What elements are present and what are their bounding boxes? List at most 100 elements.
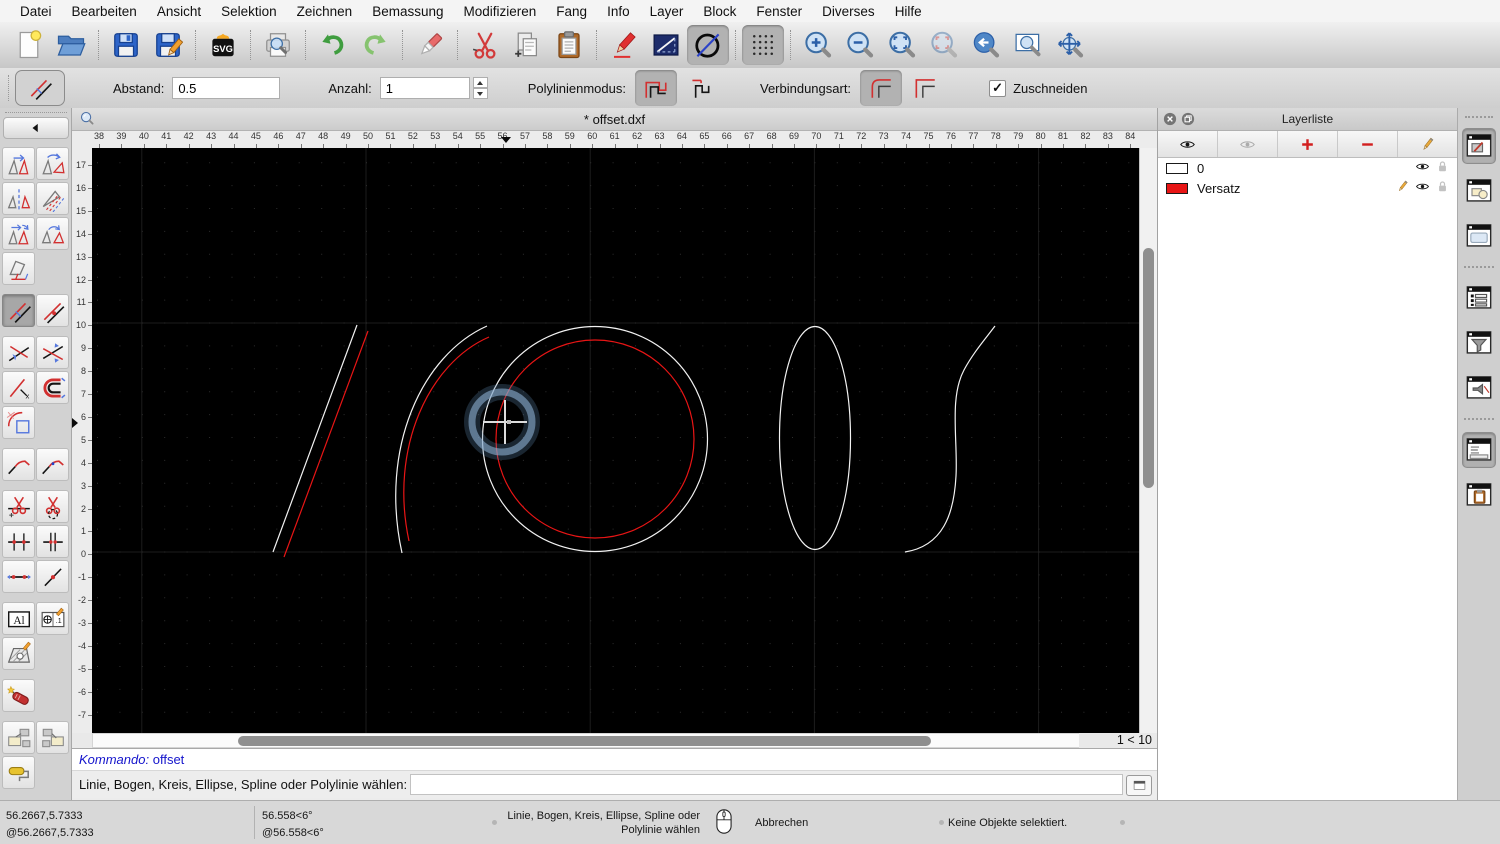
layer-row-0[interactable]: 0	[1158, 158, 1457, 178]
cut-button[interactable]	[464, 25, 506, 65]
layer-color-swatch[interactable]	[1166, 162, 1188, 174]
open-button[interactable]	[50, 25, 92, 65]
command-options-button[interactable]	[1126, 775, 1152, 796]
horizontal-scrollbar[interactable]	[92, 733, 1139, 748]
mirror-multi-tool-button[interactable]	[36, 182, 69, 215]
break-gap-tool-button[interactable]	[36, 525, 69, 558]
move-rotate-tool-button[interactable]	[2, 217, 35, 250]
float-panel-icon[interactable]	[1181, 112, 1195, 126]
eye-icon[interactable]	[1415, 159, 1430, 174]
vertical-scrollbar[interactable]	[1139, 148, 1157, 733]
command-line-dock-button[interactable]	[1462, 432, 1496, 468]
zoom-pan-button[interactable]	[1049, 25, 1091, 65]
new-button[interactable]	[8, 25, 50, 65]
eraser-button[interactable]	[409, 25, 451, 65]
anzahl-stepper[interactable]	[472, 77, 488, 99]
current-tool-button[interactable]	[15, 70, 65, 106]
eye-button[interactable]	[1158, 131, 1218, 157]
menu-zeichnen[interactable]: Zeichnen	[287, 4, 363, 19]
round-corner-tool-button[interactable]	[2, 406, 35, 439]
view-window-dock-button[interactable]	[1462, 218, 1496, 254]
trim-tool-button[interactable]	[2, 336, 35, 369]
rotate-tool-button[interactable]	[36, 147, 69, 180]
menu-datei[interactable]: Datei	[10, 4, 62, 19]
split-point-tool-button[interactable]	[36, 560, 69, 593]
lock-icon[interactable]	[1435, 159, 1450, 174]
zoom-window-button[interactable]	[1007, 25, 1049, 65]
zoom-in-button[interactable]	[797, 25, 839, 65]
svg-export-button[interactable]: SVG	[202, 25, 244, 65]
menu-bearbeiten[interactable]: Bearbeiten	[62, 4, 147, 19]
block-list-dock-button[interactable]	[1462, 173, 1496, 209]
lock-icon[interactable]	[1435, 179, 1450, 194]
line-ortho-button[interactable]	[645, 25, 687, 65]
menu-info[interactable]: Info	[597, 4, 640, 19]
minus-red-button[interactable]	[1338, 131, 1398, 157]
move-tool-button[interactable]	[2, 147, 35, 180]
trim-checkbox[interactable]: ✓	[989, 79, 1007, 97]
offset-circle-button[interactable]	[687, 25, 729, 65]
explode-tool-button[interactable]	[2, 679, 35, 712]
abstand-input[interactable]	[172, 77, 281, 99]
selection-filter-dock-button[interactable]	[1462, 325, 1496, 361]
drawing-window-titlebar[interactable]: * offset.dxf	[72, 108, 1157, 131]
horizontal-scrollbar-thumb[interactable]	[238, 736, 931, 746]
back-button[interactable]	[2, 117, 69, 139]
undo-button[interactable]	[312, 25, 354, 65]
menu-diverses[interactable]: Diverses	[812, 4, 885, 19]
anzahl-input[interactable]	[379, 77, 470, 99]
menu-modifizieren[interactable]: Modifizieren	[454, 4, 547, 19]
edit-text-tool-button[interactable]: Al	[2, 602, 35, 635]
bend-point-tool-button[interactable]	[36, 448, 69, 481]
layer-list-dock-button[interactable]	[1462, 128, 1496, 164]
bend-tool-button[interactable]	[2, 448, 35, 481]
lengthen-tool-button[interactable]: x	[2, 371, 35, 404]
zoom-selection-button[interactable]	[923, 25, 965, 65]
clipboard-panel-dock-button[interactable]	[1462, 477, 1496, 513]
command-input[interactable]	[410, 774, 1123, 795]
redo-button[interactable]	[354, 25, 396, 65]
menu-bemassung[interactable]: Bemassung	[362, 4, 453, 19]
zoom-out-button[interactable]	[839, 25, 881, 65]
copy-attributes-2-tool-button[interactable]	[36, 721, 69, 754]
eye-icon[interactable]	[1415, 179, 1430, 194]
copy-attributes-tool-button[interactable]	[2, 721, 35, 754]
stretch-tool-button[interactable]	[2, 560, 35, 593]
pencil-yellow-icon[interactable]	[1395, 179, 1410, 194]
plus-red-button[interactable]	[1278, 131, 1338, 157]
zoom-prev-button[interactable]	[965, 25, 1007, 65]
trim-two-tool-button[interactable]	[36, 336, 69, 369]
pencil-yellow-button[interactable]	[1398, 131, 1457, 157]
offset-point-tool-button[interactable]	[36, 294, 69, 327]
clip-tool-button[interactable]	[36, 371, 69, 404]
drawing-canvas[interactable]	[92, 148, 1139, 733]
draw-pencil-button[interactable]	[603, 25, 645, 65]
layer-color-swatch[interactable]	[1166, 182, 1188, 194]
stepper-down[interactable]	[472, 88, 488, 99]
close-icon[interactable]	[1163, 112, 1177, 126]
copy-button[interactable]	[506, 25, 548, 65]
offset-tool-button[interactable]	[2, 294, 35, 327]
join-round-button[interactable]	[860, 70, 903, 106]
library-browser-dock-button[interactable]	[1462, 370, 1496, 406]
property-editor-dock-button[interactable]	[1462, 280, 1496, 316]
cut-line-tool-button[interactable]	[2, 490, 35, 523]
polyline-segment-button[interactable]	[679, 70, 721, 106]
grid-toggle-button[interactable]	[742, 25, 784, 65]
menu-selektion[interactable]: Selektion	[211, 4, 287, 19]
menu-fenster[interactable]: Fenster	[746, 4, 812, 19]
rotate-two-tool-button[interactable]	[36, 217, 69, 250]
paste-button[interactable]	[548, 25, 590, 65]
edit-hatch-tool-button[interactable]	[2, 637, 35, 670]
project-tool-button[interactable]	[2, 252, 35, 285]
stepper-up[interactable]	[472, 77, 488, 88]
save-button[interactable]	[105, 25, 147, 65]
mirror-tool-button[interactable]	[2, 182, 35, 215]
save-as-button[interactable]	[147, 25, 189, 65]
join-sharp-button[interactable]	[904, 70, 946, 106]
cut-circle-tool-button[interactable]	[36, 490, 69, 523]
menu-ansicht[interactable]: Ansicht	[147, 4, 211, 19]
menu-layer[interactable]: Layer	[640, 4, 694, 19]
zoom-auto-button[interactable]	[881, 25, 923, 65]
print-preview-button[interactable]	[257, 25, 299, 65]
